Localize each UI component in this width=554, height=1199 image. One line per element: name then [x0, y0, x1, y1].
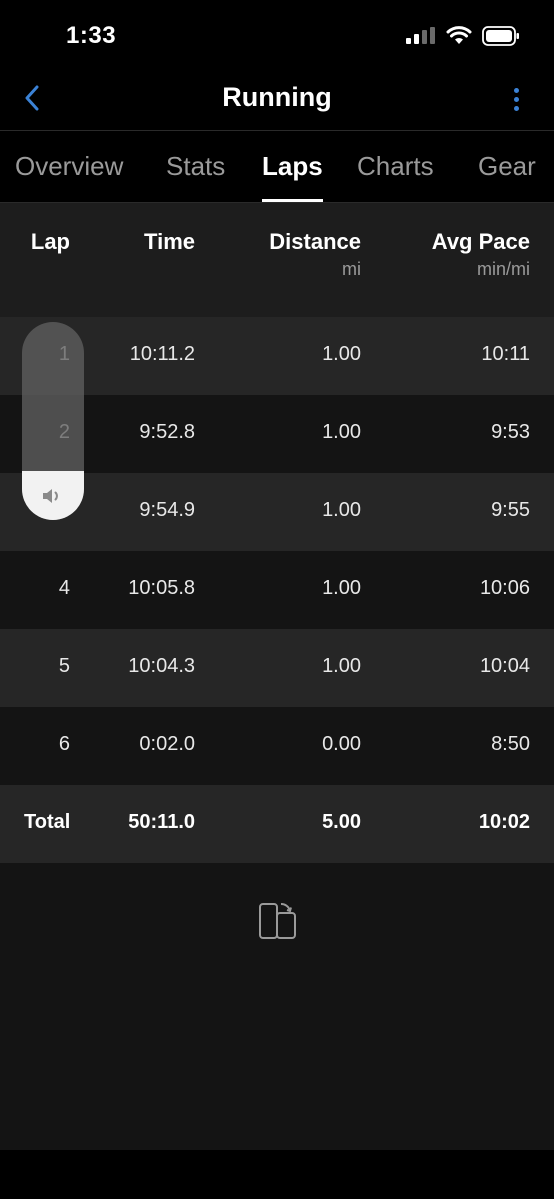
- more-options-button[interactable]: [504, 82, 528, 116]
- lap-time: 9:52.8: [139, 421, 195, 443]
- lap-distance: 1.00: [322, 421, 361, 443]
- more-dot: [513, 105, 519, 111]
- total-pace: 10:02: [478, 811, 530, 833]
- table-row[interactable]: 6 0:02.0 0.00 8:50: [0, 707, 554, 785]
- lap-time: 10:04.3: [128, 655, 195, 677]
- tab-gear[interactable]: Gear: [478, 151, 536, 202]
- nav-bar: Running: [0, 72, 554, 131]
- table-row[interactable]: 4 10:05.8 1.00 10:06: [0, 551, 554, 629]
- lap-time: 10:05.8: [128, 577, 195, 599]
- tab-bar: Overview Stats Laps Charts Gear: [0, 131, 554, 203]
- header-lap: Lap: [30, 229, 70, 254]
- bottom-bar: [0, 1150, 554, 1199]
- status-bar: 1:33: [0, 0, 554, 72]
- header-distance-unit: mi: [342, 259, 361, 279]
- total-label: Total: [24, 811, 71, 833]
- lap-time: 10:11.2: [129, 343, 195, 365]
- lap-time: 9:54.9: [139, 499, 195, 521]
- lap-distance: 1.00: [322, 499, 361, 521]
- lap-time: 0:02.0: [139, 733, 195, 755]
- lap-pace: 10:06: [479, 577, 530, 599]
- lap-number: 4: [58, 577, 70, 599]
- status-time: 1:33: [66, 22, 117, 49]
- lap-distance: 1.00: [322, 343, 361, 365]
- more-dot: [513, 87, 519, 93]
- header-avg-pace: Avg Pace: [431, 229, 530, 254]
- header-time: Time: [144, 229, 195, 254]
- total-row: Total 50:11.0 5.00 10:02: [0, 785, 554, 863]
- lap-distance: 1.00: [322, 655, 361, 677]
- cellular-signal-icon: [406, 27, 435, 44]
- more-dot: [513, 96, 519, 102]
- battery-icon: [482, 26, 519, 46]
- table-header: Lap Time Distance mi Avg Pace min/mi: [0, 203, 554, 317]
- lap-pace: 8:50: [491, 733, 530, 755]
- lap-pace: 10:11: [481, 343, 530, 365]
- lap-pace: 10:04: [479, 655, 530, 677]
- volume-indicator[interactable]: [22, 322, 84, 520]
- total-distance: 5.00: [322, 811, 361, 833]
- lap-number: 6: [58, 733, 70, 755]
- wifi-icon: [446, 26, 472, 44]
- lap-distance: 1.00: [322, 577, 361, 599]
- tab-stats[interactable]: Stats: [166, 151, 225, 202]
- status-icons: [406, 26, 520, 46]
- page-title: Running: [222, 82, 332, 112]
- total-time: 50:11.0: [128, 811, 195, 833]
- lap-pace: 9:55: [491, 499, 530, 521]
- rotate-device-icon[interactable]: [257, 901, 297, 941]
- table-row[interactable]: 5 10:04.3 1.00 10:04: [0, 629, 554, 707]
- header-distance: Distance: [269, 229, 361, 254]
- tab-laps[interactable]: Laps: [262, 151, 323, 202]
- speaker-icon: [43, 489, 58, 503]
- header-pace-unit: min/mi: [477, 259, 530, 279]
- lap-pace: 9:53: [491, 421, 530, 443]
- tab-charts[interactable]: Charts: [357, 151, 434, 202]
- tab-overview[interactable]: Overview: [15, 151, 123, 202]
- lap-number: 5: [58, 655, 70, 677]
- lap-distance: 0.00: [322, 733, 361, 755]
